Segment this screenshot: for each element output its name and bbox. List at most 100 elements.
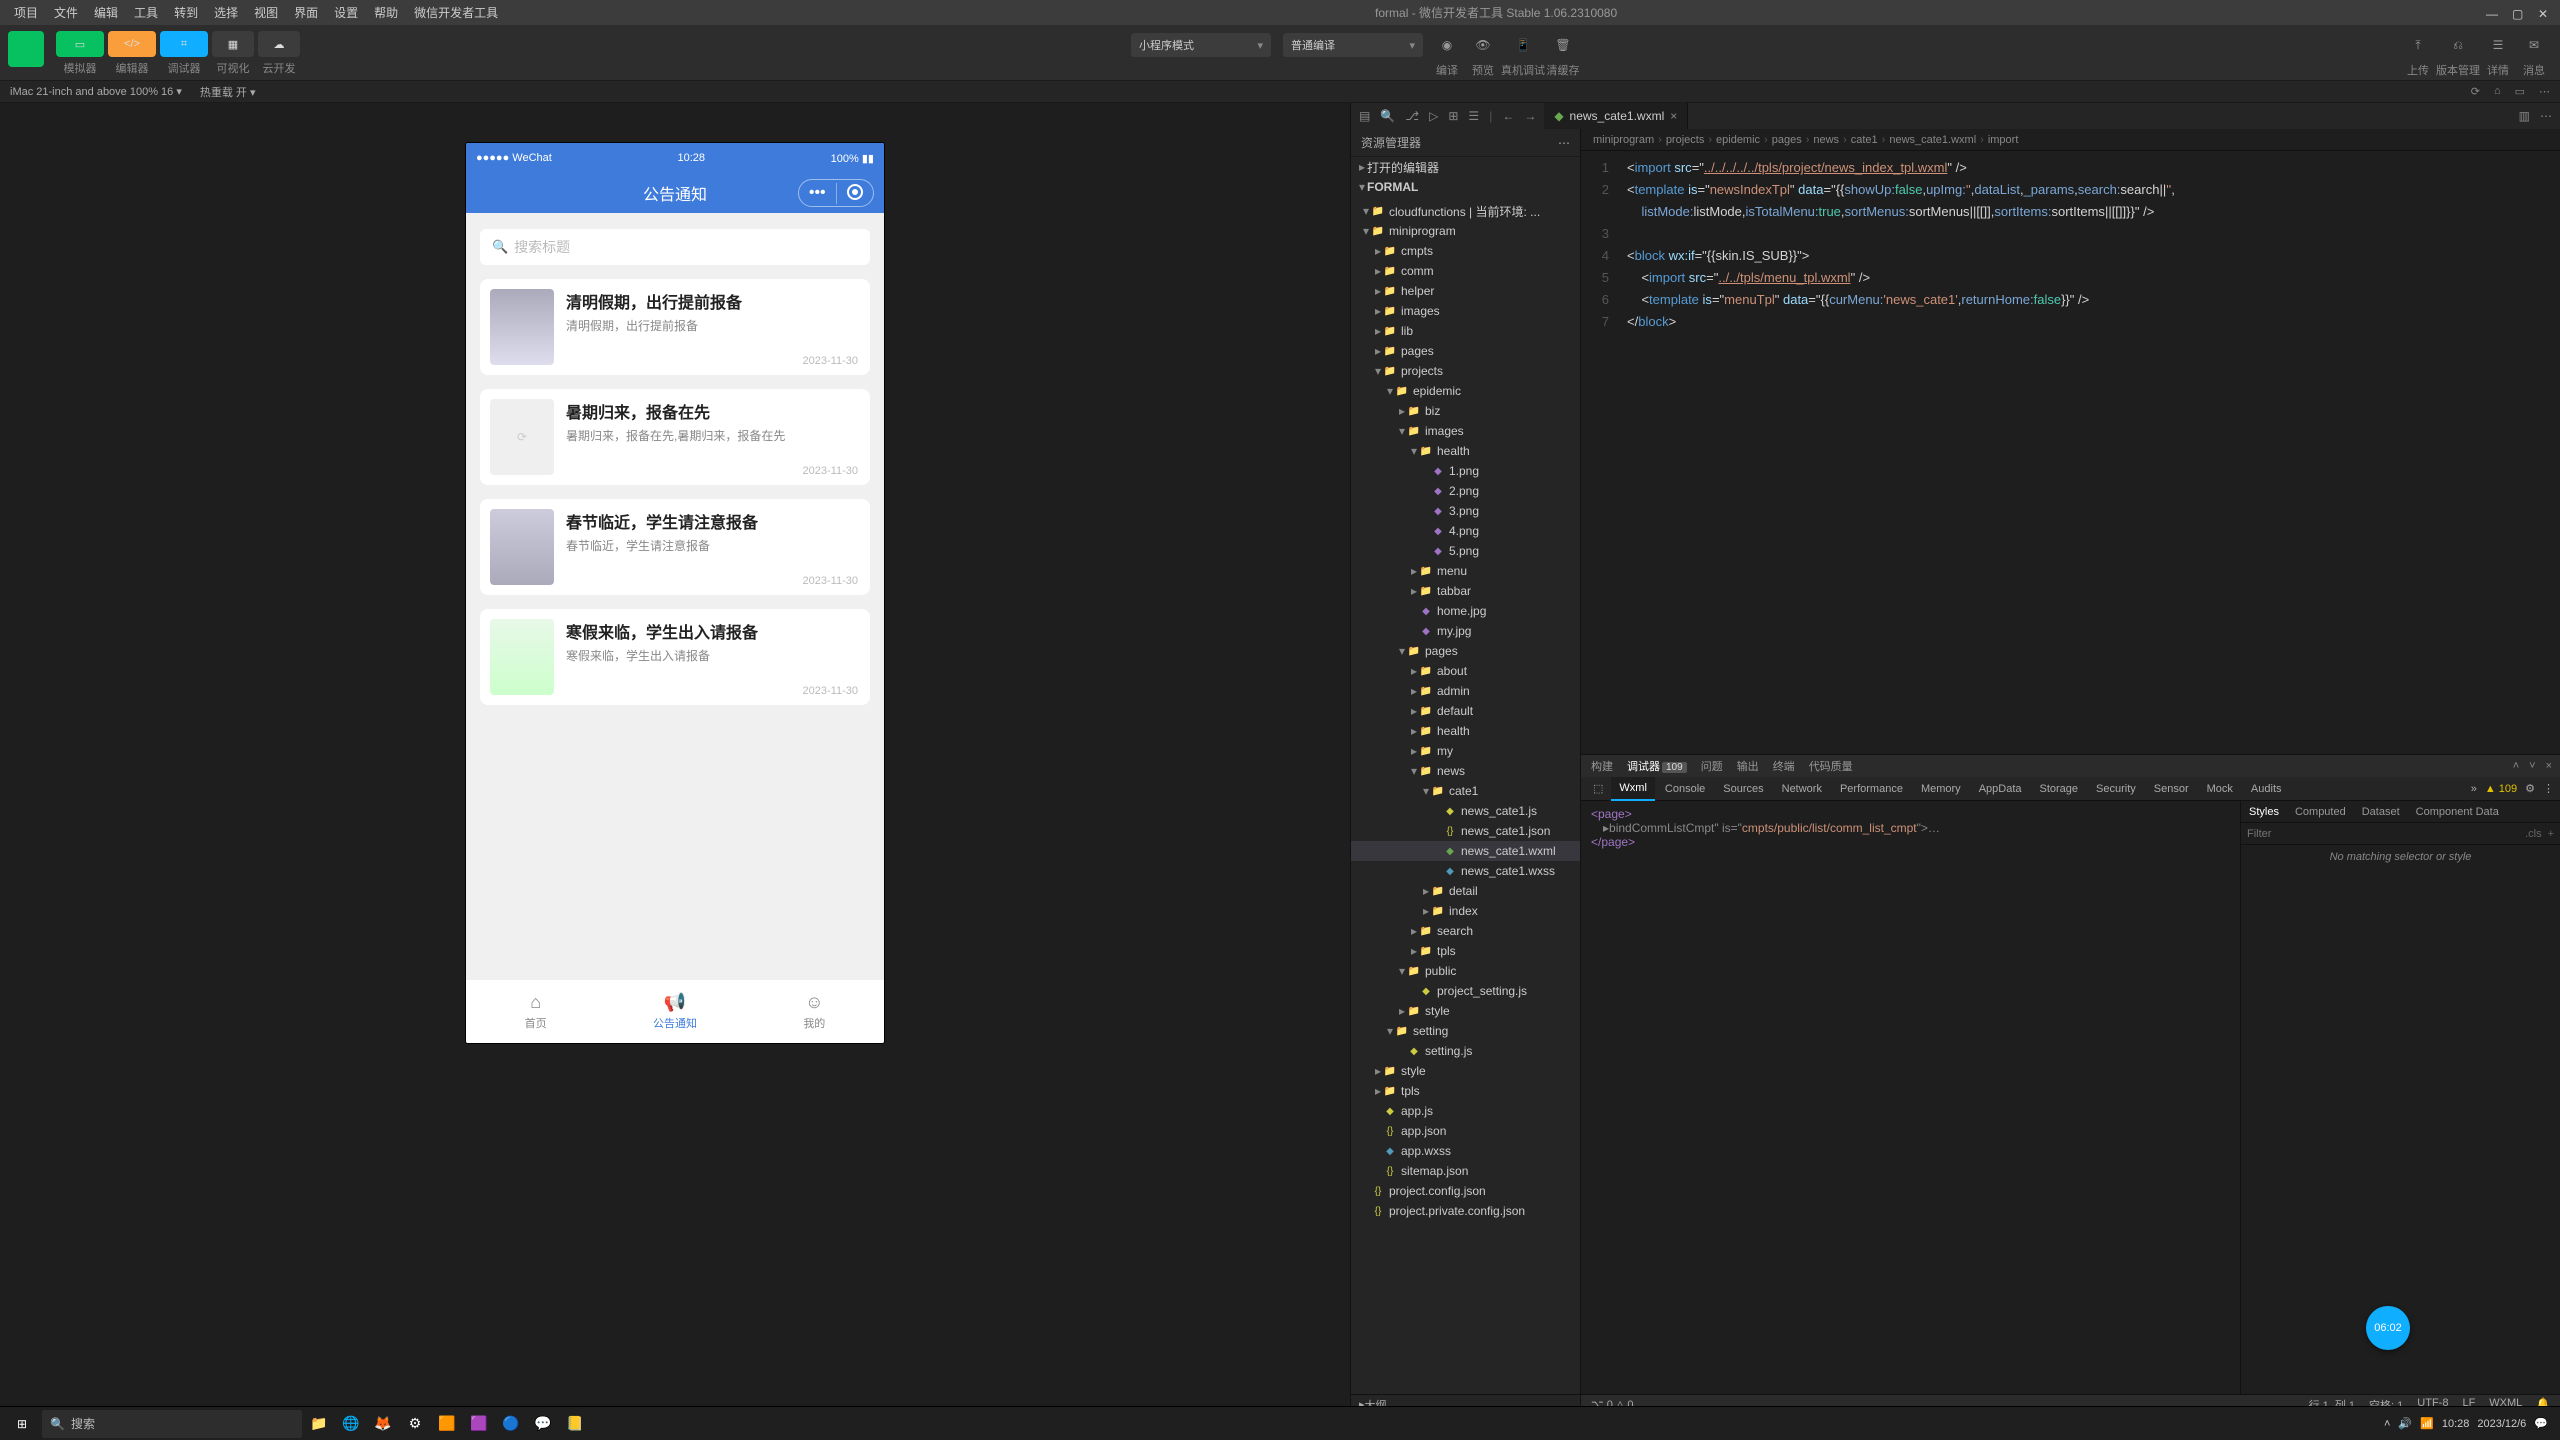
tree-item[interactable]: ◆news_cate1.wxss bbox=[1351, 861, 1580, 881]
news-card[interactable]: 清明假期，出行提前报备 清明假期，出行提前报备 2023-11-30 bbox=[480, 279, 870, 375]
system-tray[interactable]: ˄ 🔊📶 10:28 2023/12/6 💬 bbox=[2384, 1417, 2556, 1430]
tree-item[interactable]: ▸📁style bbox=[1351, 1061, 1580, 1081]
devtools-tab[interactable]: Security bbox=[2088, 777, 2144, 801]
devtools-tab[interactable]: Sensor bbox=[2146, 777, 2197, 801]
taskbar-app[interactable]: 📒 bbox=[560, 1409, 590, 1439]
sim-stop-icon[interactable]: ▭ bbox=[2515, 85, 2525, 98]
split-editor-icon[interactable]: ▥ bbox=[2519, 109, 2530, 123]
tree-item[interactable]: ▸📁about bbox=[1351, 661, 1580, 681]
tree-item[interactable]: ▾📁miniprogram bbox=[1351, 221, 1580, 241]
news-card[interactable]: ⟳ 暑期归来，报备在先 暑期归来，报备在先,暑期归来，报备在先 2023-11-… bbox=[480, 389, 870, 485]
tree-item[interactable]: ▸📁my bbox=[1351, 741, 1580, 761]
sim-home-icon[interactable]: ⌂ bbox=[2494, 85, 2501, 98]
taskbar-app[interactable]: 💬 bbox=[528, 1409, 558, 1439]
code-editor[interactable]: 12 34567 <import src="../../../../../tpl… bbox=[1581, 151, 2560, 754]
styles-tab[interactable]: Component Data bbox=[2408, 806, 2507, 818]
crumb-segment[interactable]: news bbox=[1813, 134, 1839, 146]
tree-item[interactable]: ▸📁default bbox=[1351, 701, 1580, 721]
devtools-close-icon[interactable]: × bbox=[2546, 760, 2552, 772]
devtools-mode-tab[interactable]: 终端 bbox=[1773, 758, 1795, 774]
crumb-segment[interactable]: import bbox=[1988, 134, 2019, 146]
devtools-mode-tab[interactable]: 代码质量 bbox=[1809, 758, 1853, 774]
tree-item[interactable]: ▸📁tabbar bbox=[1351, 581, 1580, 601]
crumb-segment[interactable]: cate1 bbox=[1851, 134, 1878, 146]
devtools-tab[interactable]: Sources bbox=[1715, 777, 1771, 801]
cls-toggle[interactable]: .cls bbox=[2525, 828, 2542, 840]
breadcrumb[interactable]: miniprogram›projects›epidemic›pages›news… bbox=[1581, 129, 2560, 151]
tree-item[interactable]: ▾📁health bbox=[1351, 441, 1580, 461]
crumb-segment[interactable]: news_cate1.wxml bbox=[1889, 134, 1976, 146]
messages-button[interactable]: ✉ bbox=[2520, 33, 2548, 57]
menu-item[interactable]: 转到 bbox=[166, 4, 206, 21]
taskbar-search[interactable]: 🔍 搜索 bbox=[42, 1410, 302, 1438]
taskbar-app[interactable]: 🌐 bbox=[336, 1409, 366, 1439]
tree-item[interactable]: ▾📁projects bbox=[1351, 361, 1580, 381]
open-editors-section[interactable]: 打开的编辑器 bbox=[1367, 159, 1439, 176]
tree-item[interactable]: ◆setting.js bbox=[1351, 1041, 1580, 1061]
tree-item[interactable]: ▾📁cloudfunctions | 当前环境: ... bbox=[1351, 201, 1580, 221]
capsule-button[interactable]: ••• bbox=[798, 179, 874, 207]
tree-item[interactable]: ▾📁public bbox=[1351, 961, 1580, 981]
tree-item[interactable]: ▸📁tpls bbox=[1351, 941, 1580, 961]
devtools-tab[interactable]: AppData bbox=[1971, 777, 2030, 801]
menu-item[interactable]: 文件 bbox=[46, 4, 86, 21]
explorer-more-icon[interactable]: ⋯ bbox=[1558, 136, 1570, 150]
nav-fwd-icon[interactable]: → bbox=[1524, 109, 1536, 123]
menu-item[interactable]: 帮助 bbox=[366, 4, 406, 21]
start-button[interactable]: ⊞ bbox=[4, 1409, 40, 1439]
hot-reload-toggle[interactable]: 热重载 开 ▾ bbox=[200, 84, 256, 100]
bookmark-icon[interactable]: ☰ bbox=[1468, 109, 1479, 123]
tree-item[interactable]: ▸📁detail bbox=[1351, 881, 1580, 901]
tree-item[interactable]: ▾📁cate1 bbox=[1351, 781, 1580, 801]
preview-button[interactable]: 👁 bbox=[1469, 33, 1497, 57]
tree-item[interactable]: ▸📁cmpts bbox=[1351, 241, 1580, 261]
devtools-tab[interactable]: Storage bbox=[2032, 777, 2087, 801]
devtools-tab[interactable]: Wxml bbox=[1611, 777, 1655, 801]
menu-item[interactable]: 工具 bbox=[126, 4, 166, 21]
devtools-mode-tab[interactable]: 调试器109 bbox=[1627, 758, 1687, 774]
taskbar-app[interactable]: 🟧 bbox=[432, 1409, 462, 1439]
tab-my[interactable]: ☺我的 bbox=[745, 980, 884, 1043]
tree-item[interactable]: ▾📁news bbox=[1351, 761, 1580, 781]
tray-chevron-icon[interactable]: ˄ bbox=[2384, 1418, 2390, 1430]
menu-item[interactable]: 视图 bbox=[246, 4, 286, 21]
taskbar-app[interactable]: 📁 bbox=[304, 1409, 334, 1439]
phone-body[interactable]: 搜索标题 清明假期，出行提前报备 清明假期，出行提前报备 2023-11-30⟳… bbox=[466, 213, 884, 979]
menu-item[interactable]: 微信开发者工具 bbox=[406, 4, 506, 21]
styles-tab[interactable]: Dataset bbox=[2354, 806, 2408, 818]
floating-timer[interactable]: 06:02 bbox=[2366, 1306, 2410, 1350]
upload-button[interactable]: ⤒ bbox=[2404, 33, 2432, 57]
tree-item[interactable]: ◆1.png bbox=[1351, 461, 1580, 481]
tree-item[interactable]: ◆app.js bbox=[1351, 1101, 1580, 1121]
ext-icon[interactable]: ⊞ bbox=[1448, 109, 1458, 123]
tree-item[interactable]: ◆home.jpg bbox=[1351, 601, 1580, 621]
crumb-segment[interactable]: projects bbox=[1666, 134, 1705, 146]
tree-item[interactable]: ◆5.png bbox=[1351, 541, 1580, 561]
crumb-segment[interactable]: epidemic bbox=[1716, 134, 1760, 146]
menu-item[interactable]: 编辑 bbox=[86, 4, 126, 21]
project-avatar[interactable] bbox=[8, 31, 44, 67]
scm-icon[interactable]: ⎇ bbox=[1405, 109, 1419, 123]
devtools-tab[interactable]: Mock bbox=[2199, 777, 2241, 801]
clear-cache-button[interactable]: 🗑 bbox=[1549, 33, 1577, 57]
taskbar-app[interactable]: ⚙ bbox=[400, 1409, 430, 1439]
devtools-mode-tab[interactable]: 输出 bbox=[1737, 758, 1759, 774]
devtools-expand-icon[interactable]: ˅ bbox=[2529, 760, 2535, 772]
tree-item[interactable]: ▸📁biz bbox=[1351, 401, 1580, 421]
sim-refresh-icon[interactable]: ⟳ bbox=[2471, 85, 2480, 98]
nav-back-icon[interactable]: ← bbox=[1502, 109, 1514, 123]
compile-mode-select[interactable]: 普通编译 bbox=[1283, 33, 1423, 57]
devtools-tab[interactable]: Audits bbox=[2243, 777, 2290, 801]
editor-toggle[interactable]: </> bbox=[108, 31, 156, 57]
tree-item[interactable]: ▸📁helper bbox=[1351, 281, 1580, 301]
search-panel-icon[interactable]: 🔍 bbox=[1380, 109, 1395, 123]
devtools-mode-tab[interactable]: 构建 bbox=[1591, 758, 1613, 774]
wxml-tree[interactable]: <page>▸bindCommListCmpt" is="cmpts/publi… bbox=[1581, 801, 2240, 1394]
styles-tab[interactable]: Styles bbox=[2241, 806, 2287, 818]
crumb-segment[interactable]: pages bbox=[1772, 134, 1802, 146]
simulator-toggle[interactable]: ▭ bbox=[56, 31, 104, 57]
tree-item[interactable]: ▾📁setting bbox=[1351, 1021, 1580, 1041]
news-card[interactable]: 春节临近，学生请注意报备 春节临近，学生请注意报备 2023-11-30 bbox=[480, 499, 870, 595]
project-root[interactable]: FORMAL bbox=[1367, 180, 1418, 194]
minimize-button[interactable]: — bbox=[2486, 7, 2498, 19]
